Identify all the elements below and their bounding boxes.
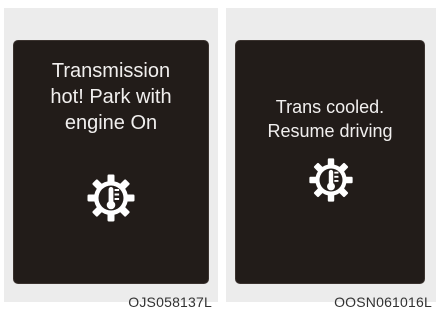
transmission-temperature-icon bbox=[309, 158, 353, 202]
right-status-message: Trans cooled. Resume driving bbox=[267, 97, 393, 141]
left-figure-panel: Transmission hot! Park with engine On bbox=[4, 8, 218, 302]
left-figure-code: OJS058137L bbox=[128, 294, 212, 310]
right-cluster-display: Trans cooled. Resume driving bbox=[235, 40, 425, 284]
left-warning-message: Transmission hot! Park with engine On bbox=[50, 60, 172, 134]
left-cluster-display: Transmission hot! Park with engine On bbox=[13, 40, 209, 284]
right-figure-code: OOSN061016L bbox=[334, 294, 432, 310]
transmission-temperature-icon bbox=[87, 174, 135, 222]
right-figure-panel: Trans cooled. Resume driving bbox=[226, 8, 436, 302]
